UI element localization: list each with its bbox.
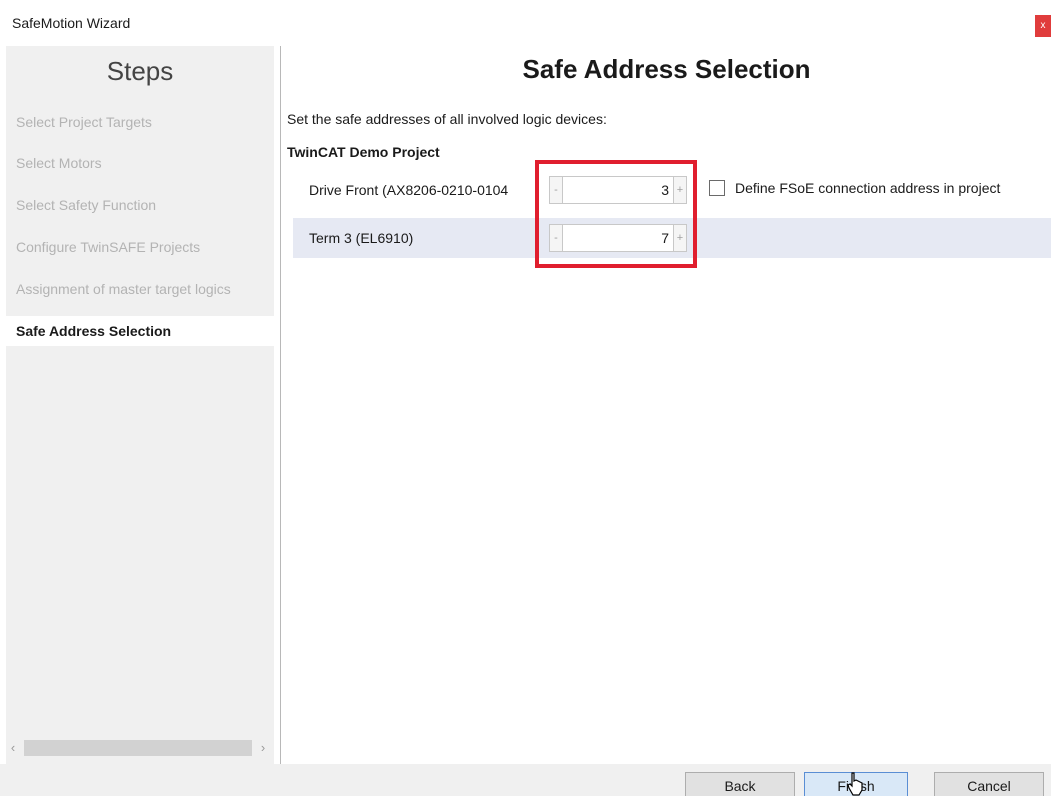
device-name: Drive Front (AX8206-0210-0104 bbox=[309, 182, 509, 198]
sidebar-item-select-safety-function[interactable]: Select Safety Function bbox=[6, 190, 274, 220]
steps-sidebar: Steps Select Project Targets Select Moto… bbox=[6, 46, 274, 764]
sidebar-horizontal-scrollbar[interactable]: ‹ › bbox=[6, 738, 274, 758]
scroll-left-icon[interactable]: ‹ bbox=[6, 738, 20, 758]
fsoe-checkbox-label[interactable]: Define FSoE connection address in projec… bbox=[735, 180, 1000, 196]
device-name: Term 3 (EL6910) bbox=[309, 230, 414, 246]
instructions-text: Set the safe addresses of all involved l… bbox=[287, 111, 607, 127]
fsoe-checkbox-group[interactable]: Define FSoE connection address in projec… bbox=[709, 180, 1000, 196]
fsoe-checkbox[interactable] bbox=[709, 180, 725, 196]
close-button[interactable]: x bbox=[1035, 15, 1051, 37]
sidebar-heading: Steps bbox=[106, 56, 174, 86]
scrollbar-thumb[interactable] bbox=[24, 740, 252, 756]
scroll-right-icon[interactable]: › bbox=[256, 738, 270, 758]
sidebar-item-select-project-targets[interactable]: Select Project Targets bbox=[6, 107, 274, 137]
project-name: TwinCAT Demo Project bbox=[287, 144, 440, 160]
sidebar-item-configure-twinsafe-projects[interactable]: Configure TwinSAFE Projects bbox=[6, 232, 274, 262]
sidebar-item-safe-address-selection[interactable]: Safe Address Selection bbox=[6, 316, 274, 346]
stepper-highlight-box bbox=[535, 160, 697, 268]
cancel-button[interactable]: Cancel bbox=[934, 772, 1044, 796]
back-button[interactable]: Back bbox=[685, 772, 795, 796]
window-title: SafeMotion Wizard bbox=[12, 15, 131, 31]
window-titlebar: SafeMotion Wizard x bbox=[0, 0, 1051, 46]
sidebar-item-assignment-master-target-logics[interactable]: Assignment of master target logics bbox=[6, 274, 274, 304]
mouse-cursor-icon bbox=[847, 772, 863, 796]
wizard-footer: Back Finish Cancel bbox=[0, 764, 1051, 796]
main-panel: Safe Address Selection Set the safe addr… bbox=[280, 46, 1051, 764]
page-title: Safe Address Selection bbox=[522, 54, 811, 84]
sidebar-item-select-motors[interactable]: Select Motors bbox=[6, 148, 274, 178]
